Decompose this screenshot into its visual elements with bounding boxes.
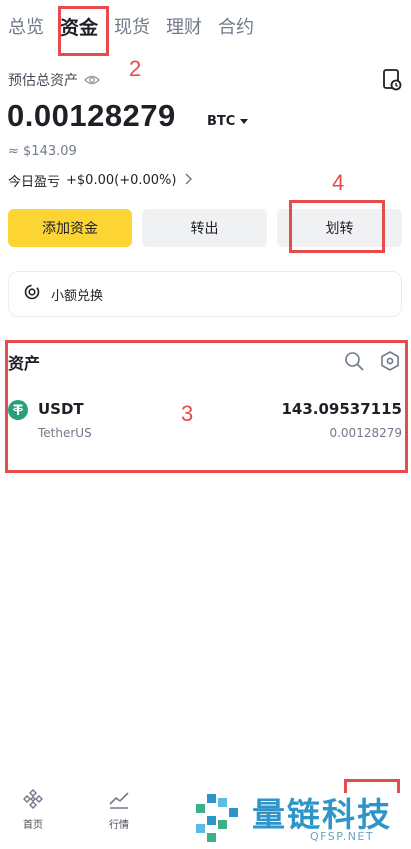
- search-icon[interactable]: [344, 351, 364, 375]
- eye-icon[interactable]: [84, 74, 100, 86]
- watermark-text: 量链科技: [252, 795, 392, 834]
- add-funds-button[interactable]: 添加资金: [8, 209, 132, 247]
- tab-futures[interactable]: 合约: [218, 16, 254, 40]
- nav-home[interactable]: 首页: [9, 788, 57, 831]
- hexagon-settings-icon[interactable]: [380, 350, 400, 376]
- watermark-sub: QFSP.NET: [310, 830, 375, 843]
- usdt-logo-icon: [8, 400, 28, 424]
- annotation-box-transfer: [289, 200, 385, 253]
- asset-fullname: TetherUS: [38, 426, 92, 440]
- total-balance-value: 0.00128279: [7, 98, 176, 133]
- watermark-logo-icon: [192, 790, 248, 848]
- annotation-number-4: 4: [332, 170, 345, 195]
- pnl-value: +$0.00(+0.00%): [66, 173, 177, 188]
- watermark: 量链科技 QFSP.NET: [190, 786, 411, 849]
- estimated-balance-row: 预估总资产: [8, 70, 100, 90]
- asset-btc-value: 0.00128279: [329, 426, 402, 440]
- today-pnl-row[interactable]: 今日盈亏 +$0.00(+0.00%): [8, 171, 193, 190]
- chevron-right-icon: [184, 172, 193, 189]
- currency-selector[interactable]: BTC: [207, 114, 249, 129]
- estimated-balance-label: 预估总资产: [8, 73, 78, 89]
- annotation-box-funding-tab: [58, 6, 109, 56]
- convert-swirl-icon: [23, 283, 41, 305]
- withdraw-button[interactable]: 转出: [142, 209, 267, 247]
- history-record-icon[interactable]: [382, 68, 404, 92]
- pnl-label: 今日盈亏: [8, 175, 61, 190]
- nav-markets[interactable]: 行情: [95, 788, 143, 831]
- home-diamond-icon: [23, 789, 43, 809]
- fiat-equivalent: ≈ $143.09: [8, 144, 77, 159]
- caret-down-icon: [240, 119, 249, 124]
- assets-title: 资产: [8, 354, 41, 373]
- tab-overview[interactable]: 总览: [8, 16, 44, 40]
- currency-label: BTC: [207, 114, 236, 129]
- asset-symbol: USDT: [38, 400, 84, 418]
- asset-amount: 143.09537115: [281, 400, 402, 418]
- tab-spot[interactable]: 现货: [114, 16, 150, 40]
- asset-row-usdt[interactable]: USDT TetherUS 143.09537115 0.00128279: [8, 398, 404, 446]
- nav-home-label: 首页: [23, 820, 43, 831]
- annotation-number-2: 2: [129, 56, 142, 81]
- small-convert-button[interactable]: 小额兑换: [8, 271, 402, 317]
- tab-earn[interactable]: 理财: [166, 16, 202, 40]
- small-convert-label: 小额兑换: [51, 288, 104, 304]
- markets-chart-icon: [109, 792, 129, 809]
- nav-markets-label: 行情: [109, 820, 129, 831]
